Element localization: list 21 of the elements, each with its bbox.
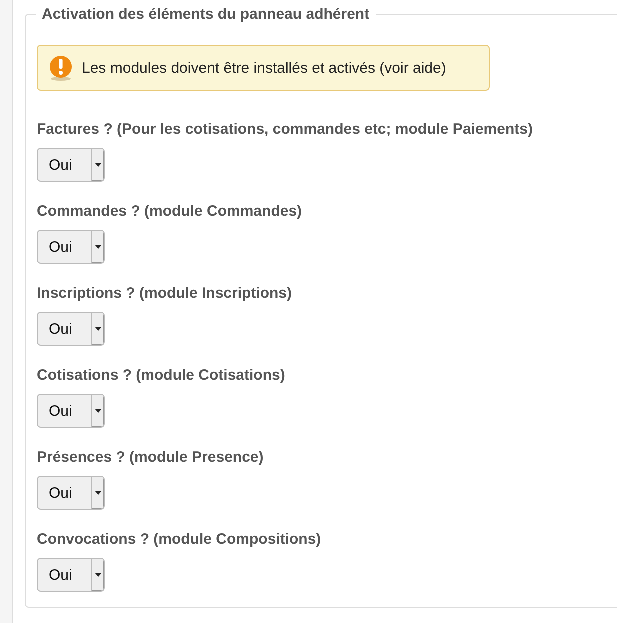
- warning-icon: [48, 54, 74, 82]
- select-dropdown[interactable]: Oui: [37, 558, 105, 592]
- caret-icon: [94, 163, 102, 167]
- field-label: Inscriptions ? (module Inscriptions): [37, 285, 292, 302]
- caret-icon: [94, 327, 102, 331]
- caret-icon: [94, 491, 102, 495]
- alert-message: Les modules doivent être installés et activés (voir aide): [82, 60, 446, 76]
- select-dropdown[interactable]: Oui: [37, 476, 105, 510]
- section-title: Activation des éléments du panneau adhérent: [36, 6, 376, 23]
- select-dropdown[interactable]: Oui: [37, 394, 105, 428]
- select-dropdown[interactable]: Oui: [37, 312, 105, 346]
- select-dropdown[interactable]: Oui: [37, 230, 105, 264]
- caret-icon: [94, 409, 102, 413]
- caret-icon: [94, 573, 102, 577]
- field-label: Cotisations ? (module Cotisations): [37, 367, 286, 384]
- field-label: Présences ? (module Presence): [37, 449, 264, 466]
- field-label: Convocations ? (module Compositions): [37, 531, 322, 548]
- field-label: Factures ? (Pour les cotisations, commandes etc; module Paiements): [37, 121, 533, 138]
- field-label: Commandes ? (module Commandes): [37, 203, 302, 220]
- select-dropdown[interactable]: Oui: [37, 148, 105, 182]
- caret-icon: [94, 245, 102, 249]
